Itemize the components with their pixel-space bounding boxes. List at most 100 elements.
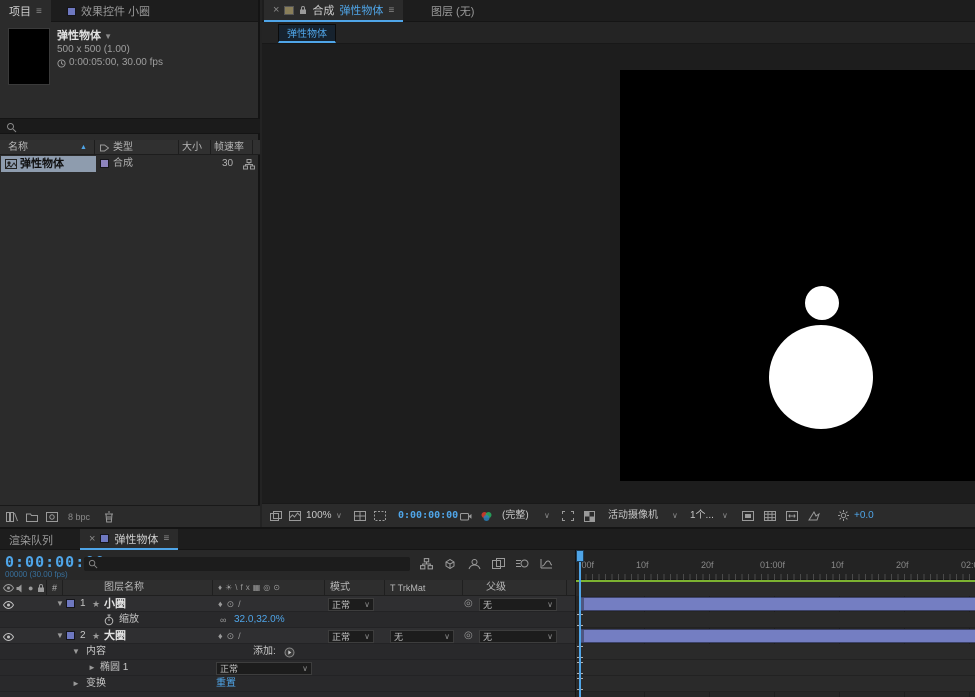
column-number[interactable]: # <box>52 580 57 596</box>
constrain-link-icon[interactable]: ∞ <box>220 612 226 628</box>
close-tab-icon[interactable]: × <box>273 4 279 16</box>
layer-name[interactable]: 大圈 <box>104 628 126 644</box>
fast-previews-icon[interactable] <box>808 511 820 521</box>
safe-zones-icon[interactable] <box>354 511 366 521</box>
viewer-tab-active[interactable]: 弹性物体 <box>278 24 336 43</box>
transform-label[interactable]: 变换 <box>86 676 106 692</box>
column-divider[interactable] <box>94 140 95 154</box>
tab-layer[interactable]: 图层 (无) <box>422 0 483 22</box>
comp-info-title-row[interactable]: 弹性物体 ▼ <box>57 30 163 43</box>
column-divider[interactable] <box>252 140 253 154</box>
resolution-value[interactable]: (完整) <box>502 504 529 528</box>
composition-view[interactable] <box>620 70 975 481</box>
tab-effect-controls[interactable]: 效果控件 小圈 <box>58 0 159 22</box>
blend-mode-dropdown[interactable]: 正常 ∨ <box>328 598 374 611</box>
view-layout-chevron-icon[interactable]: ∨ <box>722 504 728 528</box>
label-tag-icon[interactable] <box>100 144 109 152</box>
comp-info-expander-icon[interactable]: ▼ <box>104 32 112 41</box>
interpret-footage-icon[interactable] <box>6 512 18 522</box>
column-divider[interactable] <box>566 580 567 595</box>
ellipse-group-row[interactable]: ► 椭圆 1 正常 ∨ <box>0 660 575 676</box>
column-divider[interactable] <box>462 580 463 595</box>
column-divider[interactable] <box>384 580 385 595</box>
column-mode[interactable]: 模式 <box>330 580 350 596</box>
expand-toggle-icon[interactable]: ▼ <box>56 628 64 644</box>
channel-rgba-icon[interactable] <box>480 511 493 522</box>
exposure-sun-icon[interactable] <box>838 510 849 521</box>
layer-row[interactable]: ▼ 2 ★ 大圈 ♦⊙/ 正常 ∨ 无 ∨ ◎ 无 ∨ <box>0 628 575 644</box>
mini-flowchart-icon[interactable] <box>420 558 433 570</box>
panel-menu-icon[interactable]: ≡ <box>36 6 42 17</box>
camera-view-value[interactable]: 活动摄像机 <box>608 504 658 528</box>
playhead-handle[interactable] <box>576 550 584 562</box>
column-parent[interactable]: 父级 <box>486 580 506 596</box>
layer-name[interactable]: 小圈 <box>104 596 126 612</box>
parent-pickwhip-icon[interactable]: ◎ <box>464 628 473 644</box>
transparency-grid-icon[interactable] <box>584 511 595 522</box>
column-divider[interactable] <box>46 580 47 595</box>
toggle-viewer-lock-icon[interactable] <box>742 511 754 521</box>
resolution-chevron-icon[interactable]: ∨ <box>544 504 550 528</box>
blend-mode-dropdown[interactable]: 正常 ∨ <box>328 630 374 643</box>
comp-current-time[interactable]: 0:00:00:00 <box>398 504 458 528</box>
ellipse-blend-mode-dropdown[interactable]: 正常 ∨ <box>216 662 312 675</box>
item-label-swatch[interactable] <box>100 159 109 168</box>
eye-icon[interactable] <box>3 601 14 609</box>
layer-switches-icons[interactable]: ♦⊙/ <box>218 596 245 612</box>
take-snapshot-icon[interactable] <box>460 512 472 521</box>
show-channels-slot-icon[interactable] <box>289 511 301 521</box>
column-size[interactable]: 大小 <box>182 140 202 156</box>
new-folder-icon[interactable] <box>26 512 38 522</box>
project-search[interactable] <box>0 118 260 134</box>
stopwatch-icon[interactable] <box>104 614 114 626</box>
scale-property-row[interactable]: 缩放 ∞ 32.0,32.0% <box>0 612 575 628</box>
close-tab-icon[interactable]: × <box>89 533 95 545</box>
lock-icon[interactable] <box>299 5 307 15</box>
time-ruler[interactable]: :00f 10f 20f 01:00f 10f 20f 02:00 <box>576 550 975 580</box>
snapshot-slot-icon[interactable] <box>270 511 282 521</box>
layer-duration-bar[interactable] <box>579 597 975 611</box>
eye-icon[interactable] <box>3 633 14 641</box>
view-layout-value[interactable]: 1个... <box>690 504 714 528</box>
column-layer-name[interactable]: 图层名称 <box>104 580 144 596</box>
column-divider[interactable] <box>212 580 213 595</box>
panel-menu-icon[interactable]: ≡ <box>163 533 169 544</box>
column-fps[interactable]: 帧速率 <box>214 140 244 156</box>
tab-project[interactable]: 项目 ≡ <box>0 0 51 22</box>
trash-icon[interactable] <box>104 511 114 523</box>
collapsed-toggle-icon[interactable]: ► <box>88 660 96 676</box>
timeline-search[interactable] <box>84 557 410 571</box>
exposure-value[interactable]: +0.0 <box>854 504 874 528</box>
motion-blur-icon[interactable] <box>516 558 529 569</box>
layer-duration-bar[interactable] <box>579 629 975 643</box>
pixel-aspect-icon[interactable] <box>786 511 798 521</box>
expand-toggle-icon[interactable]: ▼ <box>72 644 80 660</box>
column-divider[interactable] <box>210 140 211 154</box>
flowchart-icon[interactable] <box>243 159 255 170</box>
frame-blend-icon[interactable] <box>492 558 505 569</box>
column-trkmat[interactable]: T TrkMat <box>390 580 425 596</box>
layer-switches-icons[interactable]: ♦⊙/ <box>218 628 245 644</box>
column-divider[interactable] <box>62 580 63 595</box>
collapsed-toggle-icon[interactable]: ► <box>72 676 80 692</box>
hide-shy-layers-icon[interactable] <box>468 558 481 570</box>
column-name[interactable]: 名称 <box>8 140 28 156</box>
camera-view-chevron-icon[interactable]: ∨ <box>672 504 678 528</box>
add-label[interactable]: 添加: <box>253 644 276 660</box>
layer-row[interactable]: ▼ 1 ★ 小圈 ♦⊙/ 正常 ∨ ◎ 无 ∨ <box>0 596 575 612</box>
color-depth-button[interactable]: 8 bpc <box>68 512 90 522</box>
scale-label[interactable]: 缩放 <box>119 612 139 628</box>
parent-dropdown[interactable]: 无 ∨ <box>479 630 557 643</box>
column-type[interactable]: 类型 <box>113 140 133 156</box>
new-composition-icon[interactable] <box>46 512 58 522</box>
mask-visibility-icon[interactable] <box>374 511 386 521</box>
magnification-chevron-icon[interactable]: ∨ <box>336 504 342 528</box>
parent-pickwhip-icon[interactable]: ◎ <box>464 596 473 612</box>
magnification-value[interactable]: 100% <box>306 504 332 528</box>
layer-label-swatch[interactable] <box>66 599 75 608</box>
parent-dropdown[interactable]: 无 ∨ <box>479 598 557 611</box>
expand-toggle-icon[interactable]: ▼ <box>56 596 64 612</box>
region-of-interest-icon[interactable] <box>562 511 574 521</box>
ellipse-label[interactable]: 椭圆 1 <box>100 660 128 676</box>
column-divider[interactable] <box>324 580 325 595</box>
